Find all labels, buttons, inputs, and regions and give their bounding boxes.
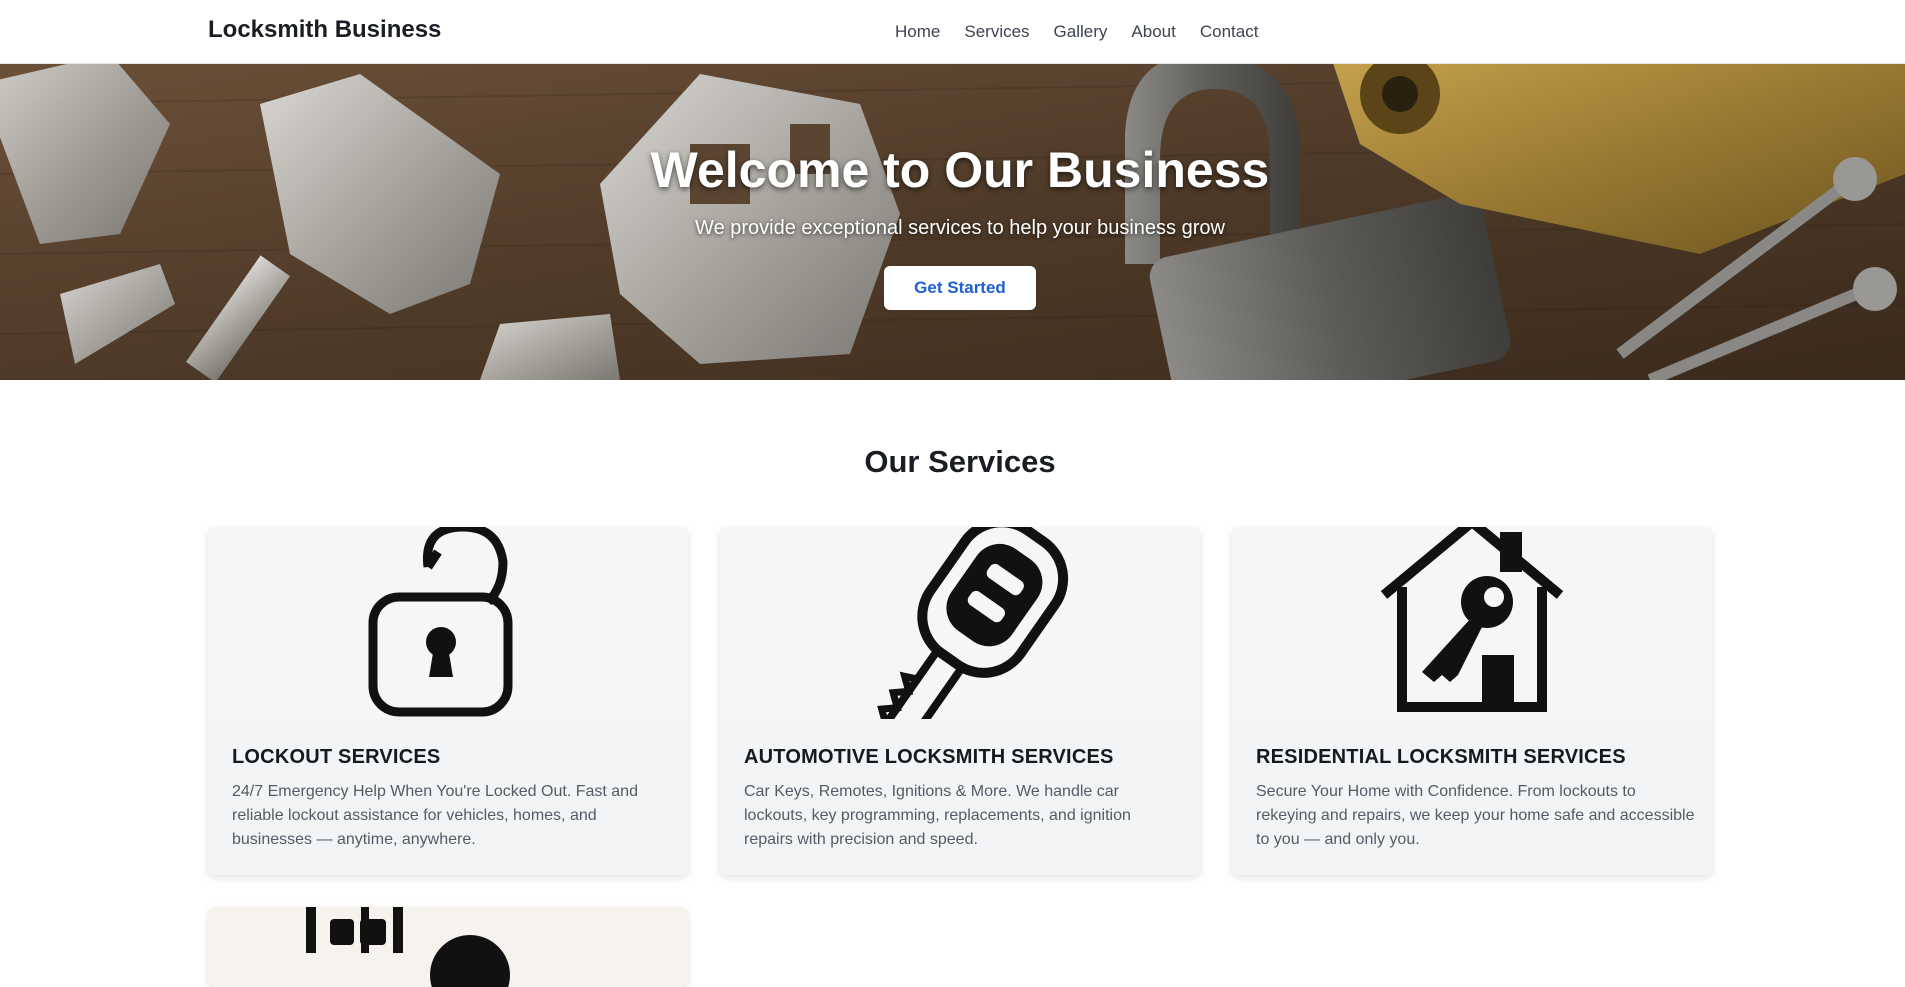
car-key-icon [868, 527, 1069, 764]
hero-banner: Welcome to Our Business We provide excep… [0, 64, 1905, 380]
top-navbar: Locksmith Business Home Services Gallery… [0, 0, 1905, 64]
service-card-description: Secure Your Home with Confidence. From l… [1256, 783, 1695, 848]
house-key-icon [1380, 527, 1564, 712]
service-card-image [720, 527, 1200, 764]
brand-logo-text[interactable]: Locksmith Business [208, 16, 441, 44]
service-card-title: AUTOMOTIVE LOCKSMITH SERVICES [744, 746, 1114, 768]
unlocked-padlock-icon [368, 527, 513, 717]
service-card-description: 24/7 Emergency Help When You're Locked O… [232, 783, 638, 848]
nav-link-gallery[interactable]: Gallery [1054, 22, 1108, 42]
service-card-image [208, 527, 688, 719]
nav-link-services[interactable]: Services [964, 22, 1029, 42]
service-card-title: LOCKOUT SERVICES [232, 746, 441, 768]
service-card-lockout[interactable]: LOCKOUT SERVICES 24/7 Emergency Help Whe… [208, 527, 688, 875]
service-card-residential[interactable]: RESIDENTIAL LOCKSMITH SERVICES Secure Yo… [1232, 527, 1712, 875]
service-card-title: RESIDENTIAL LOCKSMITH SERVICES [1256, 746, 1626, 768]
service-card-description: Car Keys, Remotes, Ignitions & More. We … [744, 783, 1131, 848]
get-started-button[interactable]: Get Started [884, 266, 1036, 310]
hero-title: Welcome to Our Business [650, 142, 1270, 198]
nav-link-home[interactable]: Home [895, 22, 940, 42]
main-nav: Home Services Gallery About Contact [895, 22, 1282, 42]
nav-link-contact[interactable]: Contact [1200, 22, 1259, 42]
service-card-commercial[interactable] [208, 907, 688, 987]
commercial-building-lock-icon [306, 907, 510, 987]
service-card-image [1232, 527, 1712, 719]
nav-link-about[interactable]: About [1131, 22, 1175, 42]
service-card-automotive[interactable]: AUTOMOTIVE LOCKSMITH SERVICES Car Keys, … [720, 527, 1200, 875]
services-section-title: Our Services [864, 444, 1056, 479]
hero-subtitle: We provide exceptional services to help … [695, 217, 1225, 239]
